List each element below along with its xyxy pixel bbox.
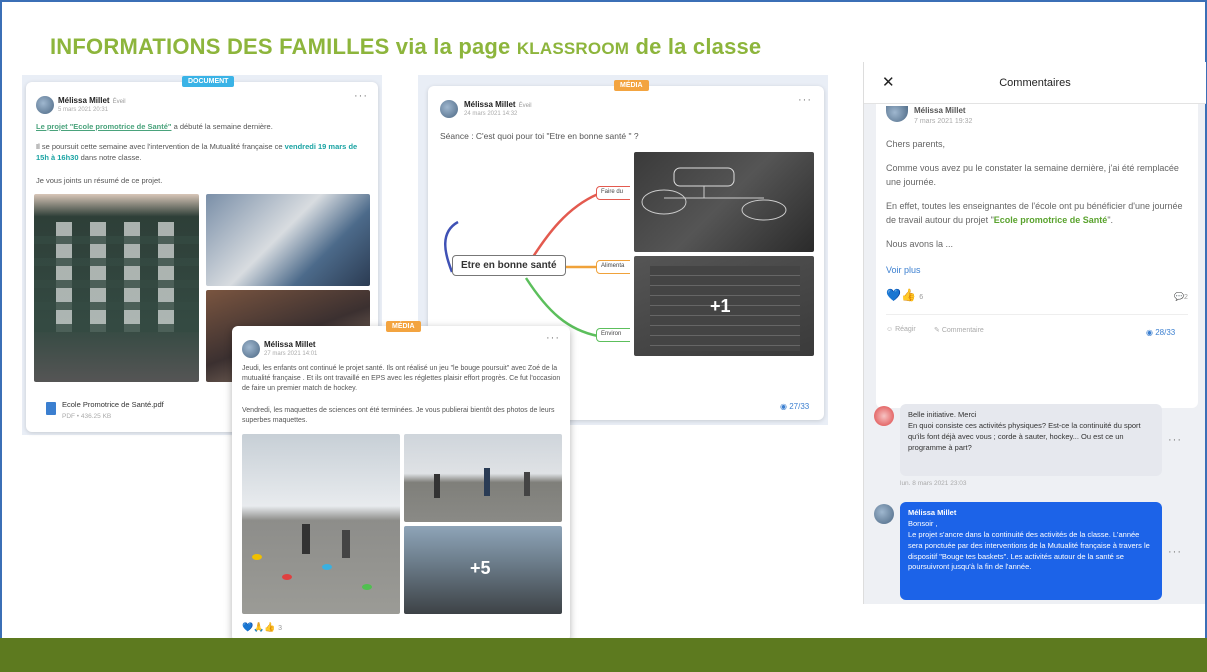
- post-date: 5 mars 2021 20:31: [58, 107, 109, 113]
- media-tag: MÉDIA: [614, 80, 649, 91]
- comment-button[interactable]: ✎ Commentaire: [934, 326, 984, 334]
- react-button[interactable]: ☺ Réagir: [886, 326, 916, 333]
- reply-text: Bonsoir , Le projet s'ancre dans la cont…: [908, 518, 1150, 572]
- avatar: [440, 100, 458, 118]
- chalk-drawing: [641, 167, 787, 221]
- post-text-3: Je vous joints un résumé de ce projet.: [36, 176, 163, 185]
- see-more-link[interactable]: Voir plus: [886, 264, 921, 278]
- comments-panel: ✕ Commentaires Mélissa Millet 7 mars 202…: [863, 62, 1206, 604]
- reaction-count: 6: [919, 294, 924, 301]
- comment-count: 💬2: [1174, 292, 1188, 301]
- views-count: ◉ 27/33: [780, 402, 810, 411]
- divider: [886, 314, 1188, 315]
- mind-map-image[interactable]: Etre en bonne santé Faire du Alimenta En…: [438, 152, 630, 352]
- students-desk-photo[interactable]: [206, 194, 370, 286]
- post-text-2: Il se poursuit cette semaine avec l'inte…: [36, 142, 358, 162]
- greeting: Chers parents,: [886, 139, 946, 149]
- post3-card: MÉDIA Mélissa Millet 27 mars 2021 14:01 …: [232, 321, 570, 642]
- post-date: 24 mars 2021 14:32: [464, 111, 518, 117]
- reactions-bar[interactable]: 💙🙏👍 3: [242, 622, 282, 633]
- comment-date: lun. 8 mars 2021 23:03: [900, 480, 967, 487]
- blackboard-photo[interactable]: [634, 152, 814, 252]
- more-photos-count[interactable]: +1: [710, 296, 731, 317]
- post-text-1: Comme vous avez pu le constater la semai…: [886, 163, 1179, 187]
- comments-header: ✕ Commentaires: [864, 62, 1206, 104]
- views-count: ◉ 28/33: [1146, 328, 1176, 337]
- reply-author: Mélissa Millet: [908, 508, 957, 517]
- post-text: Jeudi, les enfants ont continué le proje…: [242, 365, 561, 393]
- hockey-match-photo[interactable]: +5: [404, 526, 562, 614]
- classroom-board-photo[interactable]: [34, 194, 199, 382]
- mind-map-node: Environ: [596, 328, 630, 342]
- reply-bubble: Mélissa Millet Bonsoir , Le projet s'anc…: [900, 502, 1162, 600]
- post-author: Mélissa Millet: [914, 106, 966, 115]
- comment-bubble: Belle initiative. Merci En quoi consiste…: [900, 404, 1162, 476]
- post-text-2: En effet, toutes les enseignantes de l'é…: [886, 201, 1183, 225]
- document-tag: DOCUMENT: [182, 76, 235, 87]
- more-options-icon[interactable]: ···: [546, 332, 560, 344]
- more-photos-count[interactable]: +5: [470, 558, 491, 579]
- reaction-icons: 💙👍: [886, 288, 916, 302]
- media-tag: MÉDIA: [386, 321, 421, 332]
- reaction-count: 3: [278, 625, 283, 632]
- schoolyard-group-photo[interactable]: [404, 434, 562, 522]
- pdf-file-icon: [46, 402, 56, 415]
- file-name[interactable]: Ecole Promotrice de Santé.pdf: [62, 400, 164, 411]
- file-meta: PDF • 436.25 KB: [62, 413, 112, 420]
- post-date: 27 mars 2021 14:01: [264, 351, 318, 357]
- mind-map-node: Alimenta: [596, 260, 630, 274]
- worksheet-photo[interactable]: +1: [634, 256, 814, 356]
- avatar: [36, 96, 54, 114]
- more-options-icon[interactable]: ···: [354, 90, 368, 102]
- avatar: [874, 406, 894, 426]
- footer-bar: [0, 638, 1207, 672]
- post-date: 7 mars 2021 19:32: [914, 118, 973, 125]
- project-link[interactable]: Le projet "Ecole promotrice de Santé": [36, 122, 171, 131]
- more-options-icon[interactable]: ···: [1168, 434, 1182, 446]
- reaction-icons: 💙🙏👍: [242, 622, 276, 632]
- mind-map-center: Etre en bonne santé: [452, 255, 566, 276]
- post-text-3: Nous avons la ...: [886, 239, 954, 249]
- comments-title: Commentaires: [999, 77, 1071, 89]
- post-author[interactable]: Mélissa Millet Éveil: [464, 100, 532, 109]
- more-options-icon[interactable]: ···: [798, 94, 812, 106]
- avatar: [886, 106, 908, 122]
- post-text: Séance : C'est quoi pour toi "Etre en bo…: [440, 131, 639, 141]
- original-post: Mélissa Millet 7 mars 2021 19:32 Chers p…: [876, 104, 1198, 408]
- avatar: [242, 340, 260, 358]
- post-author[interactable]: Mélissa Millet Éveil: [58, 96, 126, 105]
- schoolyard-game-photo[interactable]: [242, 434, 400, 614]
- post-text: Le projet "Ecole promotrice de Santé" a …: [36, 122, 273, 131]
- more-options-icon[interactable]: ···: [1168, 546, 1182, 558]
- post-author[interactable]: Mélissa Millet: [264, 340, 316, 349]
- page-title: INFORMATIONS DES FAMILLES via la page KL…: [50, 34, 762, 59]
- post-text-2: Vendredi, les maquettes de sciences ont …: [242, 407, 555, 425]
- mind-map-branches: [444, 192, 599, 338]
- reactions-bar[interactable]: 💙👍 6: [886, 288, 923, 302]
- mind-map-node: Faire du: [596, 186, 630, 200]
- avatar: [874, 504, 894, 524]
